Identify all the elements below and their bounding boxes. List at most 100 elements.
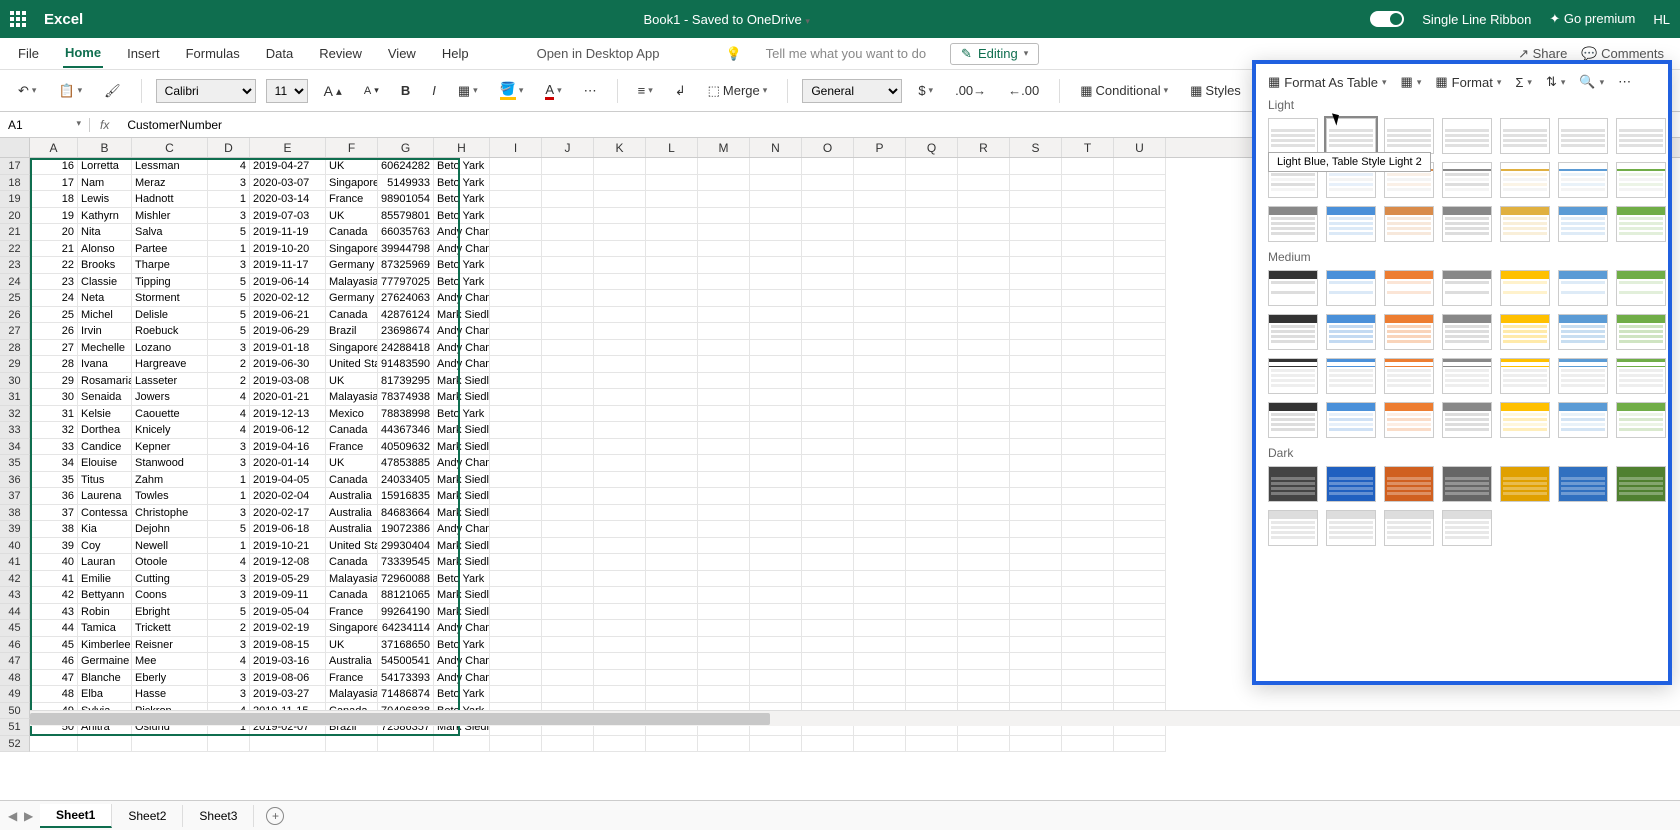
row-header[interactable]: 28 (0, 340, 30, 357)
cell[interactable]: UK (326, 208, 378, 225)
cell[interactable]: Contessa (78, 505, 132, 522)
cell[interactable]: Mark Siedling (434, 389, 490, 406)
cell[interactable] (750, 241, 802, 258)
sheet-tab-1[interactable]: Sheet1 (40, 804, 112, 828)
table-style-swatch[interactable] (1384, 466, 1434, 502)
cell[interactable] (594, 488, 646, 505)
cell[interactable] (750, 290, 802, 307)
cell[interactable] (1010, 340, 1062, 357)
cell[interactable]: Andy Champan (434, 224, 490, 241)
cell[interactable] (490, 356, 542, 373)
cell[interactable] (698, 505, 750, 522)
cell[interactable] (906, 554, 958, 571)
conditional-formatting-button[interactable]: ▦ Conditional ▾ (1074, 81, 1174, 101)
cell[interactable]: UK (326, 373, 378, 390)
cell[interactable] (1010, 290, 1062, 307)
cell[interactable] (854, 521, 906, 538)
table-style-swatch[interactable] (1326, 402, 1376, 438)
cell[interactable] (542, 653, 594, 670)
cell[interactable] (698, 323, 750, 340)
cell[interactable]: Mishler (132, 208, 208, 225)
column-header[interactable]: M (698, 138, 750, 157)
cell[interactable] (542, 290, 594, 307)
cell[interactable] (542, 158, 594, 175)
cell[interactable]: Canada (326, 472, 378, 489)
cell[interactable] (958, 241, 1010, 258)
cell[interactable] (906, 439, 958, 456)
cell[interactable] (698, 686, 750, 703)
row-header[interactable]: 21 (0, 224, 30, 241)
cell[interactable] (1062, 653, 1114, 670)
cell[interactable]: 25 (30, 307, 78, 324)
cell[interactable]: Lozano (132, 340, 208, 357)
column-header[interactable]: A (30, 138, 78, 157)
cell[interactable] (594, 637, 646, 654)
cell[interactable] (802, 373, 854, 390)
cell[interactable]: 3 (208, 439, 250, 456)
cell[interactable]: Ivana (78, 356, 132, 373)
cell[interactable] (698, 620, 750, 637)
cell[interactable] (802, 637, 854, 654)
cell[interactable] (490, 389, 542, 406)
cell[interactable] (542, 686, 594, 703)
cell[interactable] (802, 455, 854, 472)
cell[interactable] (646, 736, 698, 753)
column-header[interactable]: N (750, 138, 802, 157)
cell[interactable] (490, 307, 542, 324)
cell[interactable] (646, 241, 698, 258)
cell[interactable]: 2020-02-04 (250, 488, 326, 505)
cell[interactable] (594, 340, 646, 357)
cell[interactable] (542, 439, 594, 456)
cell[interactable]: Lorretta (78, 158, 132, 175)
cell[interactable] (750, 554, 802, 571)
cell[interactable] (958, 455, 1010, 472)
cell[interactable]: 41 (30, 571, 78, 588)
cell[interactable]: 47853885 (378, 455, 434, 472)
cell[interactable]: Andy Champan (434, 670, 490, 687)
cell[interactable] (958, 373, 1010, 390)
cell[interactable] (802, 571, 854, 588)
format-dropdown[interactable]: ▦ Format ▾ (1435, 74, 1501, 90)
row-header[interactable]: 25 (0, 290, 30, 307)
cell[interactable] (594, 686, 646, 703)
cell[interactable] (1114, 257, 1166, 274)
fx-icon[interactable]: fx (90, 118, 119, 132)
cell[interactable] (1062, 241, 1114, 258)
cell[interactable] (1010, 307, 1062, 324)
cell[interactable] (802, 439, 854, 456)
cell[interactable] (1010, 587, 1062, 604)
font-color-button[interactable]: A▾ (539, 80, 567, 102)
cell[interactable] (1010, 554, 1062, 571)
row-header[interactable]: 20 (0, 208, 30, 225)
cell[interactable]: Ebright (132, 604, 208, 621)
cell[interactable]: Malayasia (326, 389, 378, 406)
cell[interactable] (1114, 620, 1166, 637)
cell[interactable]: 42 (30, 587, 78, 604)
cell[interactable] (1010, 224, 1062, 241)
column-header[interactable]: O (802, 138, 854, 157)
cell[interactable] (906, 422, 958, 439)
cell[interactable] (646, 274, 698, 291)
cell[interactable] (802, 406, 854, 423)
cell[interactable] (594, 439, 646, 456)
table-style-swatch[interactable] (1558, 402, 1608, 438)
cell[interactable]: 99264190 (378, 604, 434, 621)
cell[interactable] (750, 571, 802, 588)
cell[interactable] (958, 307, 1010, 324)
cell[interactable] (906, 323, 958, 340)
table-style-swatch[interactable] (1384, 510, 1434, 546)
tab-review[interactable]: Review (317, 40, 364, 67)
tab-formulas[interactable]: Formulas (184, 40, 242, 67)
cell[interactable]: 2019-06-14 (250, 274, 326, 291)
row-header[interactable]: 32 (0, 406, 30, 423)
cell[interactable] (594, 587, 646, 604)
column-header[interactable]: D (208, 138, 250, 157)
cell[interactable] (490, 538, 542, 555)
cell[interactable] (802, 290, 854, 307)
cell[interactable] (1062, 406, 1114, 423)
cell[interactable] (958, 439, 1010, 456)
cell[interactable] (1010, 736, 1062, 753)
cell[interactable] (594, 356, 646, 373)
cell[interactable]: 15916835 (378, 488, 434, 505)
cell[interactable] (1114, 455, 1166, 472)
